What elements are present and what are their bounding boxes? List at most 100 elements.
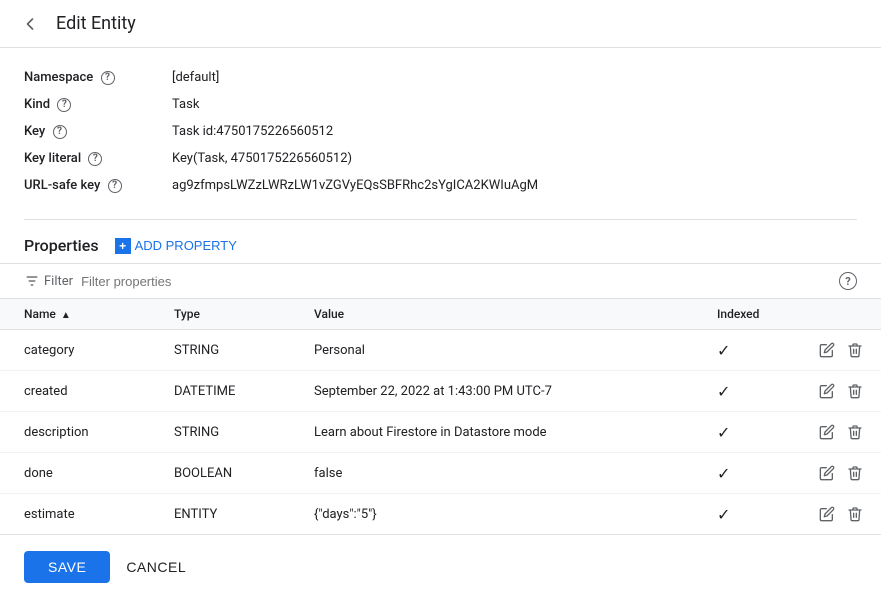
prop-actions (793, 494, 881, 535)
prop-type: ENTITY (150, 494, 290, 535)
prop-value: September 22, 2022 at 1:43:00 PM UTC-7 (290, 371, 693, 412)
add-property-label: ADD PROPERTY (135, 238, 237, 253)
properties-table-body: category STRING Personal ✓ (0, 330, 881, 535)
properties-table-head: Name ▲ Type Value Indexed (0, 299, 881, 330)
entity-info-row: Kind ? Task (24, 91, 584, 118)
prop-name: category (0, 330, 150, 371)
entity-info-label: URL-safe key ? (24, 172, 164, 199)
entity-info-label: Key ? (24, 118, 164, 145)
action-buttons (817, 504, 865, 524)
prop-value: Learn about Firestore in Datastore mode (290, 412, 693, 453)
prop-type: STRING (150, 330, 290, 371)
table-row: created DATETIME September 22, 2022 at 1… (0, 371, 881, 412)
help-icon[interactable]: ? (101, 71, 115, 85)
col-header-actions (793, 299, 881, 330)
prop-type: STRING (150, 412, 290, 453)
table-header-row: Name ▲ Type Value Indexed (0, 299, 881, 330)
save-button[interactable]: SAVE (24, 551, 110, 583)
table-row: category STRING Personal ✓ (0, 330, 881, 371)
edit-button[interactable] (817, 504, 837, 524)
add-property-button[interactable]: + ADD PROPERTY (115, 238, 237, 254)
edit-button[interactable] (817, 340, 837, 360)
edit-button[interactable] (817, 422, 837, 442)
col-header-name: Name ▲ (0, 299, 150, 330)
col-header-value: Value (290, 299, 693, 330)
page-header: Edit Entity (0, 0, 881, 48)
sort-icon: ▲ (61, 310, 71, 321)
col-header-type: Type (150, 299, 290, 330)
entity-info-value: Task id:4750175226560512 (164, 118, 584, 145)
filter-bar: Filter ? (0, 263, 881, 299)
indexed-checkmark: ✓ (717, 341, 730, 360)
prop-indexed: ✓ (693, 494, 793, 535)
properties-title: Properties (24, 236, 99, 255)
filter-icon-wrap: Filter (24, 273, 73, 289)
entity-info-value: [default] (164, 64, 584, 91)
page-title: Edit Entity (56, 13, 136, 34)
help-icon[interactable]: ? (108, 179, 122, 193)
prop-value: false (290, 453, 693, 494)
filter-help-icon[interactable]: ? (839, 272, 857, 290)
entity-info-row: URL-safe key ? ag9zfmpsLWZzLWRzLW1vZGVyE… (24, 172, 584, 199)
page-footer: SAVE CANCEL (0, 534, 881, 599)
prop-actions (793, 330, 881, 371)
col-header-indexed: Indexed (693, 299, 793, 330)
action-buttons (817, 340, 865, 360)
action-buttons (817, 463, 865, 483)
properties-table: Name ▲ Type Value Indexed category STRIN… (0, 299, 881, 534)
entity-info-value: ag9zfmpsLWZzLWRzLW1vZGVyEQsSBFRhc2sYgICA… (164, 172, 584, 199)
table-row: done BOOLEAN false ✓ (0, 453, 881, 494)
indexed-checkmark: ✓ (717, 382, 730, 401)
table-row: estimate ENTITY {"days":"5"} ✓ (0, 494, 881, 535)
help-icon[interactable]: ? (57, 98, 71, 112)
entity-info-label: Kind ? (24, 91, 164, 118)
prop-name: done (0, 453, 150, 494)
prop-name: created (0, 371, 150, 412)
action-buttons (817, 422, 865, 442)
prop-name: estimate (0, 494, 150, 535)
action-buttons (817, 381, 865, 401)
filter-icon (24, 273, 40, 289)
filter-input[interactable] (81, 274, 831, 289)
edit-button[interactable] (817, 463, 837, 483)
cancel-button[interactable]: CANCEL (126, 559, 186, 575)
indexed-checkmark: ✓ (717, 464, 730, 483)
indexed-checkmark: ✓ (717, 505, 730, 524)
entity-info-row: Key literal ? Key(Task, 4750175226560512… (24, 145, 584, 172)
entity-info-value: Key(Task, 4750175226560512) (164, 145, 584, 172)
delete-button[interactable] (845, 463, 865, 483)
edit-button[interactable] (817, 381, 837, 401)
entity-info-label: Key literal ? (24, 145, 164, 172)
prop-value: Personal (290, 330, 693, 371)
filter-label: Filter (44, 274, 73, 289)
entity-info-row: Key ? Task id:4750175226560512 (24, 118, 584, 145)
prop-value: {"days":"5"} (290, 494, 693, 535)
prop-actions (793, 412, 881, 453)
prop-type: BOOLEAN (150, 453, 290, 494)
add-icon: + (115, 238, 131, 254)
table-row: description STRING Learn about Firestore… (0, 412, 881, 453)
delete-button[interactable] (845, 340, 865, 360)
delete-button[interactable] (845, 422, 865, 442)
entity-info-section: Namespace ? [default] Kind ? Task Key ? … (0, 48, 881, 215)
help-icon[interactable]: ? (88, 152, 102, 166)
prop-indexed: ✓ (693, 453, 793, 494)
properties-header: Properties + ADD PROPERTY (0, 224, 881, 263)
delete-button[interactable] (845, 504, 865, 524)
entity-info-value: Task (164, 91, 584, 118)
help-icon[interactable]: ? (53, 125, 67, 139)
section-divider (24, 219, 857, 220)
entity-info-table: Namespace ? [default] Kind ? Task Key ? … (24, 64, 584, 199)
indexed-checkmark: ✓ (717, 423, 730, 442)
entity-info-row: Namespace ? [default] (24, 64, 584, 91)
prop-type: DATETIME (150, 371, 290, 412)
prop-name: description (0, 412, 150, 453)
prop-actions (793, 371, 881, 412)
delete-button[interactable] (845, 381, 865, 401)
prop-indexed: ✓ (693, 371, 793, 412)
back-button[interactable] (16, 10, 44, 38)
entity-info-label: Namespace ? (24, 64, 164, 91)
prop-indexed: ✓ (693, 330, 793, 371)
prop-actions (793, 453, 881, 494)
prop-indexed: ✓ (693, 412, 793, 453)
